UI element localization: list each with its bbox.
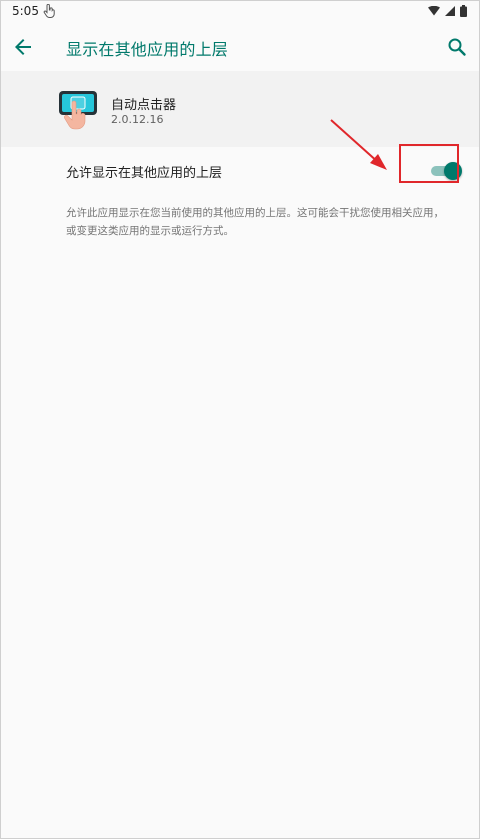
status-icons <box>428 5 467 17</box>
status-bar: 5:05 <box>1 1 479 23</box>
battery-icon <box>460 5 467 17</box>
app-bar: 显示在其他应用的上层 <box>1 23 479 71</box>
signal-icon <box>445 6 455 16</box>
search-icon[interactable] <box>445 35 469 59</box>
app-version: 2.0.12.16 <box>111 113 164 126</box>
annotation-highlight-box <box>399 144 459 183</box>
touch-hand-icon <box>43 4 55 18</box>
page-title: 显示在其他应用的上层 <box>66 40 229 59</box>
arrow-left-icon[interactable] <box>11 35 35 59</box>
status-time: 5:05 <box>12 4 39 18</box>
app-name: 自动点击器 <box>111 98 177 113</box>
overlay-permission-label: 允许显示在其他应用的上层 <box>66 166 223 181</box>
screen: 5:05 显示在其他应用的上层 自动点击器 2.0.12.16 允许显示在其他应… <box>0 0 480 839</box>
permission-description: 允许此应用显示在您当前使用的其他应用的上层。这可能会干扰您使用相关应用，或变更这… <box>66 207 444 237</box>
wifi-icon <box>428 6 440 16</box>
app-header: 自动点击器 2.0.12.16 <box>1 71 479 147</box>
app-icon <box>59 91 97 130</box>
